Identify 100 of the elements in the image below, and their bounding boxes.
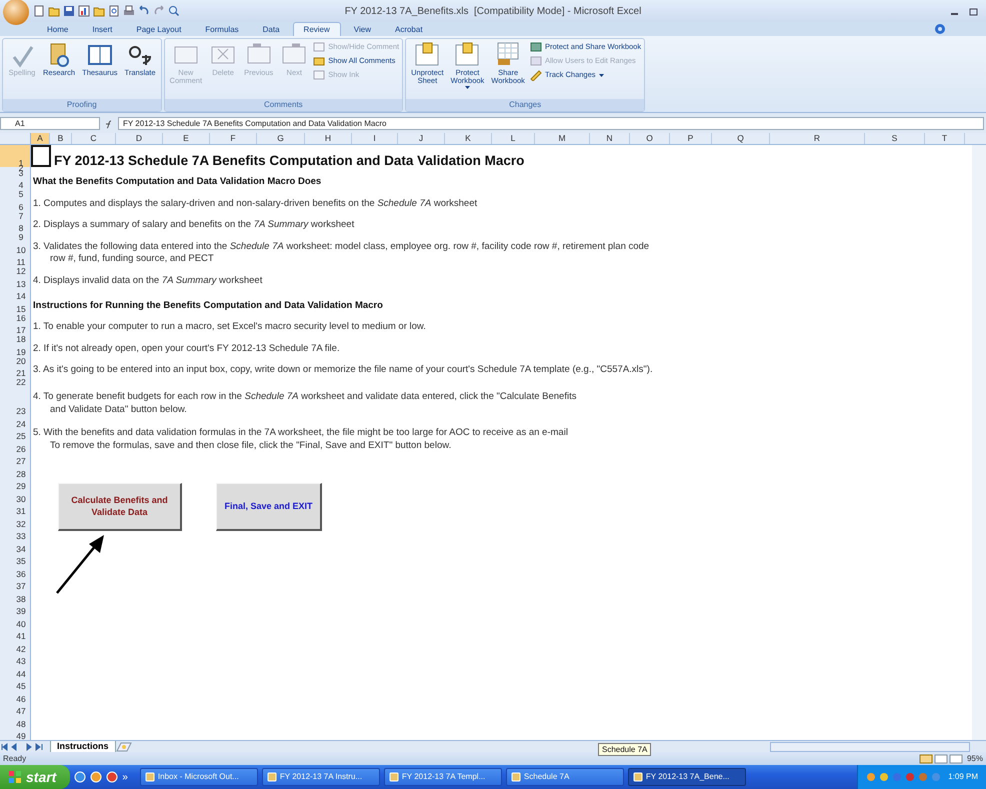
chart-icon[interactable] (78, 5, 90, 17)
row-header[interactable]: 49 (0, 728, 31, 740)
view-buttons-icon[interactable] (918, 754, 963, 764)
column-header[interactable]: L (492, 133, 535, 144)
row-header[interactable]: 40 (0, 616, 31, 628)
row-header[interactable]: 47 (0, 703, 31, 716)
row-header[interactable]: 25 (0, 428, 31, 440)
column-header[interactable]: A (31, 133, 50, 144)
row-header[interactable]: 10 (0, 242, 31, 254)
row-header[interactable]: 27 (0, 453, 31, 466)
column-header[interactable]: D (116, 133, 163, 144)
save-icon[interactable] (63, 5, 75, 17)
row-header[interactable]: 1 (0, 145, 31, 167)
sheet-tab[interactable]: Instructions (50, 740, 116, 752)
row-header[interactable]: 6 (0, 198, 31, 211)
column-header[interactable]: F (210, 133, 257, 144)
column-header[interactable]: H (305, 133, 352, 144)
column-header[interactable]: S (865, 133, 925, 144)
column-header[interactable]: C (72, 133, 116, 144)
column-header[interactable]: E (163, 133, 210, 144)
row-header[interactable]: 35 (0, 553, 31, 566)
taskbar-button[interactable]: FY 2012-13 7A Templ... (384, 768, 502, 786)
row-header[interactable]: 26 (0, 440, 31, 453)
row-header[interactable]: 4 (0, 177, 31, 190)
row-header[interactable]: 17 (0, 322, 31, 334)
ribbon-tab[interactable]: Acrobat (384, 22, 434, 36)
ribbon-tab[interactable]: View (342, 22, 382, 36)
row-header[interactable]: 14 (0, 288, 31, 300)
horizontal-scrollbar[interactable] (770, 742, 970, 752)
zoom-level[interactable]: 95% (966, 752, 983, 764)
more-button[interactable]: » (122, 770, 128, 784)
ribbon-tab[interactable]: Home (36, 22, 80, 36)
row-header[interactable]: 36 (0, 566, 31, 578)
row-header[interactable]: 24 (0, 416, 31, 428)
messenger-icon[interactable] (90, 771, 102, 783)
row-header[interactable]: 7 (0, 211, 31, 220)
column-header[interactable]: G (257, 133, 305, 144)
row-header[interactable]: 33 (0, 528, 31, 540)
row-header[interactable]: 29 (0, 478, 31, 490)
row-header[interactable]: 28 (0, 466, 31, 478)
row-header[interactable]: 19 (0, 344, 31, 356)
column-header[interactable]: M (535, 133, 590, 144)
maximize-icon[interactable] (969, 6, 978, 16)
undo-icon[interactable] (138, 5, 150, 17)
taskbar-button[interactable]: Inbox - Microsoft Out... (140, 768, 258, 786)
ribbon-tab[interactable]: Insert (81, 22, 124, 36)
row-header[interactable]: 48 (0, 716, 31, 728)
row-header[interactable]: 39 (0, 603, 31, 616)
taskbar-button[interactable]: FY 2012-13 7A_Bene... (628, 768, 746, 786)
ribbon-tab[interactable]: Data (252, 22, 291, 36)
row-header[interactable]: 38 (0, 590, 31, 603)
macro-button[interactable]: Final, Save and EXIT (216, 483, 322, 531)
folder-icon[interactable] (48, 5, 60, 17)
row-header[interactable]: 11 (0, 254, 31, 266)
formula-field[interactable]: FY 2012-13 Schedule 7A Benefits Computation and Data Validation Macro (118, 117, 984, 130)
macro-button[interactable]: Calculate Benefits and Validate Data (58, 483, 182, 531)
ribbon-tab[interactable]: Review (292, 22, 341, 36)
column-header[interactable]: T (925, 133, 965, 144)
row-header[interactable]: 13 (0, 276, 31, 288)
ribbon-tab[interactable]: Formulas (194, 22, 250, 36)
ribbon-tab[interactable]: Page Layout (125, 22, 192, 36)
browser-icon[interactable] (74, 771, 86, 783)
function-icon[interactable] (104, 118, 114, 128)
row-header[interactable]: 37 (0, 578, 31, 590)
row-header[interactable]: 20 (0, 356, 31, 365)
taskbar-button[interactable]: FY 2012-13 7A Instru... (262, 768, 380, 786)
row-header[interactable]: 34 (0, 540, 31, 553)
row-header[interactable]: 16 (0, 313, 31, 322)
app-icon[interactable] (106, 771, 118, 783)
row-header[interactable]: 42 (0, 640, 31, 653)
column-header[interactable]: Q (712, 133, 770, 144)
column-header[interactable]: N (590, 133, 630, 144)
help-icon[interactable] (934, 23, 946, 35)
cell-cursor[interactable] (31, 145, 51, 167)
column-header[interactable]: R (770, 133, 865, 144)
row-header[interactable]: 44 (0, 666, 31, 678)
column-header[interactable]: P (670, 133, 712, 144)
column-header[interactable]: O (630, 133, 670, 144)
document-icon[interactable] (33, 5, 45, 17)
row-header[interactable]: 46 (0, 690, 31, 703)
name-box[interactable]: A1 (0, 117, 100, 130)
print-icon[interactable] (123, 5, 135, 17)
row-header[interactable]: 45 (0, 678, 31, 690)
folder-icon[interactable] (93, 5, 105, 17)
row-header[interactable]: 23 (0, 386, 31, 416)
column-header[interactable]: K (445, 133, 492, 144)
row-header[interactable]: 15 (0, 300, 31, 313)
row-header[interactable]: 21 (0, 365, 31, 378)
row-header[interactable]: 41 (0, 628, 31, 640)
taskbar-button[interactable]: Schedule 7A (506, 768, 624, 786)
row-header[interactable]: 32 (0, 516, 31, 528)
column-header[interactable]: I (352, 133, 398, 144)
row-header[interactable]: 31 (0, 503, 31, 516)
column-header[interactable]: B (50, 133, 72, 144)
row-header[interactable]: 8 (0, 220, 31, 232)
row-header[interactable]: 30 (0, 490, 31, 503)
new-sheet-icon[interactable] (116, 742, 132, 752)
zoom-icon[interactable] (168, 5, 180, 17)
row-header[interactable]: 43 (0, 653, 31, 666)
print-preview-icon[interactable] (108, 5, 120, 17)
